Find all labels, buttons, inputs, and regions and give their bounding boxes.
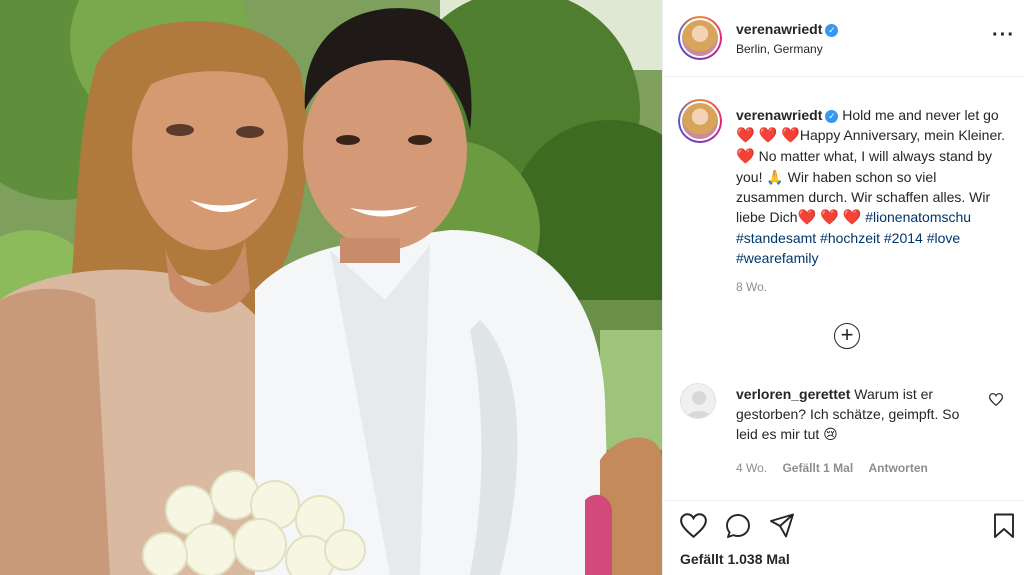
comment-likes[interactable]: Gefällt 1 Mal xyxy=(782,461,853,475)
author-username[interactable]: verenawriedt xyxy=(736,21,822,37)
caption-avatar[interactable] xyxy=(678,99,722,143)
plus-circle-icon[interactable]: + xyxy=(834,323,860,349)
caption-text: verenawriedt ✓ Hold me and never let go ❤… xyxy=(736,105,1008,268)
sad-face-emoji: 😢 xyxy=(823,426,838,442)
heart-emoji: ❤️ xyxy=(820,209,839,226)
heart-emoji: ❤️ xyxy=(842,209,862,226)
commenter-avatar[interactable] xyxy=(680,383,716,419)
author-avatar[interactable] xyxy=(678,16,722,60)
post-photo[interactable] xyxy=(0,0,662,575)
heart-icon[interactable] xyxy=(680,513,707,543)
post-side-panel: verenawriedt ✓ Berlin, Germany ··· verena… xyxy=(662,0,1024,575)
default-avatar-icon xyxy=(685,391,713,418)
heart-emoji: ❤️ xyxy=(736,148,755,165)
bookmark-icon[interactable] xyxy=(993,513,1015,544)
post-location[interactable]: Berlin, Germany xyxy=(736,42,823,56)
more-icon[interactable]: ··· xyxy=(992,25,1015,45)
action-bar: Gefällt 1.038 Mal xyxy=(663,500,1024,575)
caption-part-1: Hold me and never let go xyxy=(842,107,999,123)
heart-emoji: ❤️ xyxy=(758,127,778,144)
heart-emoji: ❤️ xyxy=(781,127,800,144)
comment-timestamp[interactable]: 4 Wo. xyxy=(736,461,767,475)
caption-timestamp[interactable]: 8 Wo. xyxy=(736,280,767,294)
verified-icon: ✓ xyxy=(825,110,839,123)
share-icon[interactable] xyxy=(769,513,795,543)
comment-text: verloren_gerettet Warum ist er gestorben… xyxy=(736,384,976,444)
caption-part-2: Happy Anniversary, mein Kleiner. xyxy=(799,127,1006,143)
praying-hands-emoji: 🙏 xyxy=(766,169,784,185)
caption-username[interactable]: verenawriedt xyxy=(736,107,822,123)
reply-button[interactable]: Antworten xyxy=(869,461,928,475)
comment-icon[interactable] xyxy=(725,513,751,544)
heart-icon[interactable] xyxy=(988,393,1004,409)
heart-emoji: ❤️ xyxy=(736,127,755,144)
verified-icon: ✓ xyxy=(825,24,839,37)
heart-emoji: ❤️ xyxy=(797,209,817,226)
wedding-photo-illustration xyxy=(0,0,662,575)
commenter-username[interactable]: verloren_gerettet xyxy=(736,386,850,402)
comment-meta: 4 Wo. Gefällt 1 Mal Antworten xyxy=(736,461,940,475)
post-header: verenawriedt ✓ Berlin, Germany ··· xyxy=(663,0,1024,77)
like-count[interactable]: Gefällt 1.038 Mal xyxy=(680,551,790,567)
